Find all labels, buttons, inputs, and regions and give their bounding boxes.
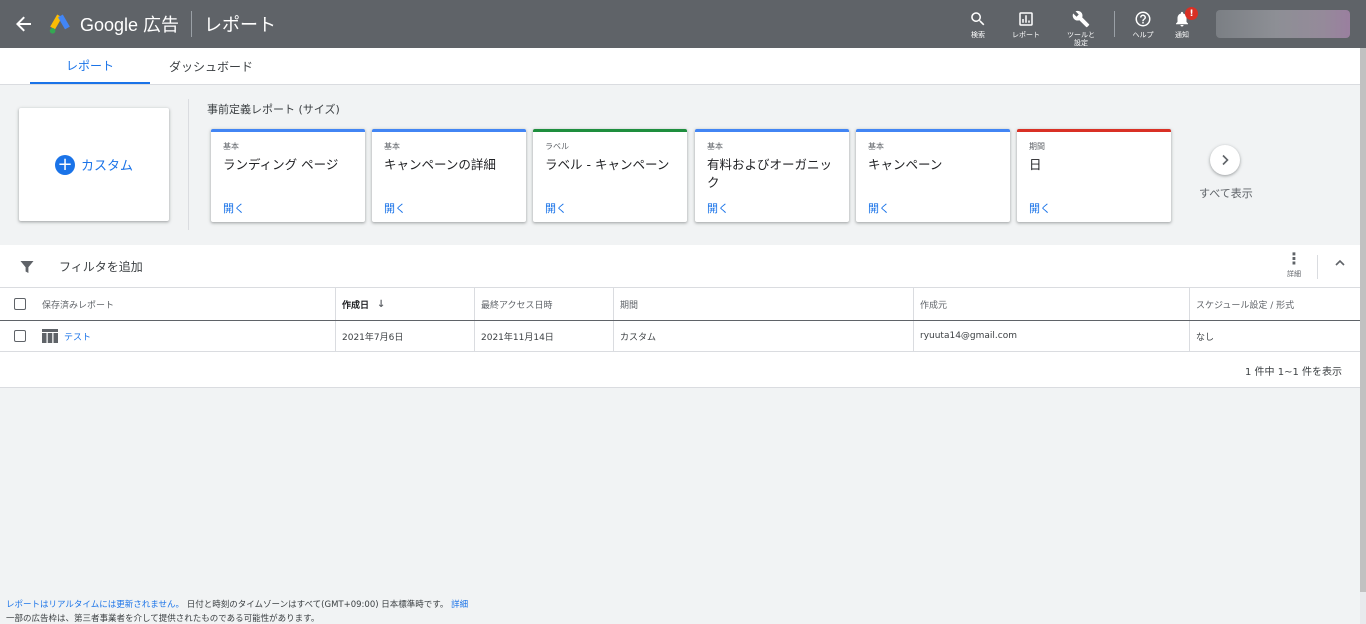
notification-badge: ! — [1185, 7, 1198, 20]
col-owner[interactable]: 作成元 — [913, 288, 1189, 320]
predefined-reports-area: + カスタム 事前定義レポート (サイズ) 基本 ランディング ページ 開く 基… — [0, 85, 1360, 245]
cell-created-date: 2021年7月6日 — [335, 321, 474, 351]
chevron-right-icon — [1222, 154, 1229, 166]
notifications-label: 通知 — [1175, 31, 1189, 39]
account-switcher[interactable] — [1216, 10, 1350, 38]
card-open-link[interactable]: 開く — [868, 200, 890, 216]
more-options-button[interactable]: ⋮ 詳細 — [1284, 251, 1304, 279]
pagination-text: 1 件中 1~1 件を表示 — [1244, 367, 1342, 378]
search-icon — [971, 12, 985, 26]
report-card-label-campaign[interactable]: ラベル ラベル - キャンペーン 開く — [533, 129, 687, 222]
back-arrow-icon[interactable] — [0, 0, 48, 48]
scrollbar-thumb[interactable] — [1360, 48, 1366, 592]
card-category: 基本 — [384, 142, 400, 151]
search-label: 検索 — [971, 31, 985, 39]
col-schedule[interactable]: スケジュール設定 / 形式 — [1189, 288, 1360, 320]
more-options-label: 詳細 — [1287, 270, 1301, 278]
search-button[interactable]: 検索 — [960, 0, 996, 39]
cell-period: カスタム — [613, 321, 913, 351]
col-saved-report[interactable]: 保存済みレポート — [36, 288, 335, 320]
card-name: ランディング ページ — [223, 157, 339, 172]
help-button[interactable]: ヘルプ — [1125, 0, 1161, 39]
card-open-link[interactable]: 開く — [1029, 200, 1051, 216]
help-label: ヘルプ — [1132, 31, 1154, 39]
tools-settings-label: ツールと設定 — [1067, 31, 1095, 47]
cell-owner: ryuuta14@gmail.com — [913, 321, 1189, 351]
timezone-notice: 日付と時刻のタイムゾーンはすべて(GMT+09:00) 日本標準時です。 — [186, 600, 449, 610]
card-open-link[interactable]: 開く — [223, 200, 245, 216]
report-card-day[interactable]: 期間 日 開く — [1017, 129, 1171, 222]
card-name: キャンペーンの詳細 — [384, 157, 496, 172]
footer-notice: レポートはリアルタイムには更新されません。 日付と時刻のタイムゾーンはすべて(G… — [6, 598, 468, 610]
tools-settings-button[interactable]: ツールと設定 — [1056, 0, 1106, 47]
card-name: キャンペーン — [868, 157, 943, 172]
help-icon — [1135, 11, 1151, 27]
card-category: 期間 — [1029, 142, 1045, 151]
reports-label: レポート — [1012, 31, 1040, 39]
table-header: 保存済みレポート 作成日 ↓ 最終アクセス日時 期間 作成元 スケジュール設定 … — [0, 288, 1360, 321]
predefined-section-title: 事前定義レポート (サイズ) — [207, 103, 340, 116]
select-all-checkbox[interactable] — [14, 298, 26, 310]
card-name: 有料およびオーガニック — [707, 157, 833, 190]
col-period[interactable]: 期間 — [613, 288, 913, 320]
card-category: 基本 — [707, 142, 723, 151]
cell-report-name: テスト — [36, 321, 335, 351]
card-open-link[interactable]: 開く — [384, 200, 406, 216]
custom-report-card[interactable]: + カスタム — [19, 108, 169, 221]
filter-bar-divider — [1317, 255, 1318, 279]
report-card-campaign[interactable]: 基本 キャンペーン 開く — [856, 129, 1010, 222]
tab-reports[interactable]: レポート — [30, 48, 150, 84]
row-checkbox[interactable] — [14, 330, 26, 342]
page-title: レポート — [204, 15, 277, 36]
tools-divider — [1114, 11, 1115, 37]
reports-button[interactable]: レポート — [999, 0, 1053, 39]
next-cards-button[interactable] — [1210, 145, 1240, 175]
details-link[interactable]: 詳細 — [451, 600, 468, 610]
cell-schedule: なし — [1189, 321, 1360, 351]
col-created-date[interactable]: 作成日 ↓ — [335, 288, 474, 320]
sort-arrow-down-icon: ↓ — [377, 298, 386, 310]
notifications-button[interactable]: 通知 ! — [1164, 0, 1200, 39]
card-category: 基本 — [223, 142, 239, 151]
top-app-bar: Google 広告 レポート 検索 レポート ツールと設定 ヘルプ 通知 ! — [0, 0, 1366, 48]
card-category: 基本 — [868, 142, 884, 151]
card-open-link[interactable]: 開く — [707, 200, 729, 216]
collapse-icon[interactable] — [1334, 257, 1346, 273]
card-open-link[interactable]: 開く — [545, 200, 567, 216]
card-name: 日 — [1029, 157, 1042, 172]
realtime-notice-link[interactable]: レポートはリアルタイムには更新されません。 — [6, 600, 184, 610]
col-created-date-label: 作成日 — [342, 300, 370, 311]
google-ads-logo-icon — [49, 14, 70, 34]
header-divider — [191, 11, 193, 37]
table-icon — [42, 329, 58, 343]
cell-last-access: 2021年11月14日 — [474, 321, 613, 351]
tab-dashboards[interactable]: ダッシュボード — [150, 48, 272, 84]
brand-name[interactable]: Google 広告 — [80, 11, 179, 37]
filter-bar: フィルタを追加 ⋮ 詳細 — [0, 245, 1360, 288]
custom-report-label: カスタム — [80, 159, 133, 174]
table-row[interactable]: テスト 2021年7月6日 2021年11月14日 カスタム ryuuta14@… — [0, 321, 1360, 352]
card-category: ラベル — [545, 142, 569, 151]
tab-bar: レポート ダッシュボード — [0, 48, 1360, 85]
more-vert-icon: ⋮ — [1286, 249, 1302, 268]
filter-icon[interactable] — [20, 260, 34, 274]
wrench-icon — [1072, 10, 1090, 28]
report-card-paid-organic[interactable]: 基本 有料およびオーガニック 開く — [695, 129, 849, 222]
report-card-campaign-details[interactable]: 基本 キャンペーンの詳細 開く — [372, 129, 526, 222]
report-name-link[interactable]: テスト — [64, 330, 91, 343]
header-tools: 検索 レポート ツールと設定 ヘルプ 通知 ! — [960, 0, 1200, 48]
card-name: ラベル - キャンペーン — [545, 157, 670, 172]
col-last-access[interactable]: 最終アクセス日時 — [474, 288, 613, 320]
section-divider — [188, 99, 189, 230]
add-filter-button[interactable]: フィルタを追加 — [59, 258, 143, 275]
report-card-landing-page[interactable]: 基本 ランディング ページ 開く — [211, 129, 365, 222]
plus-icon: + — [54, 154, 75, 175]
reports-icon — [1019, 12, 1033, 26]
view-all-link[interactable]: すべて表示 — [1199, 185, 1253, 201]
third-party-notice: 一部の広告枠は、第三者事業者を介して提供されたものである可能性があります。 — [6, 614, 320, 624]
saved-reports-panel: フィルタを追加 ⋮ 詳細 保存済みレポート 作成日 ↓ 最終アクセス日時 期間 … — [0, 245, 1360, 388]
